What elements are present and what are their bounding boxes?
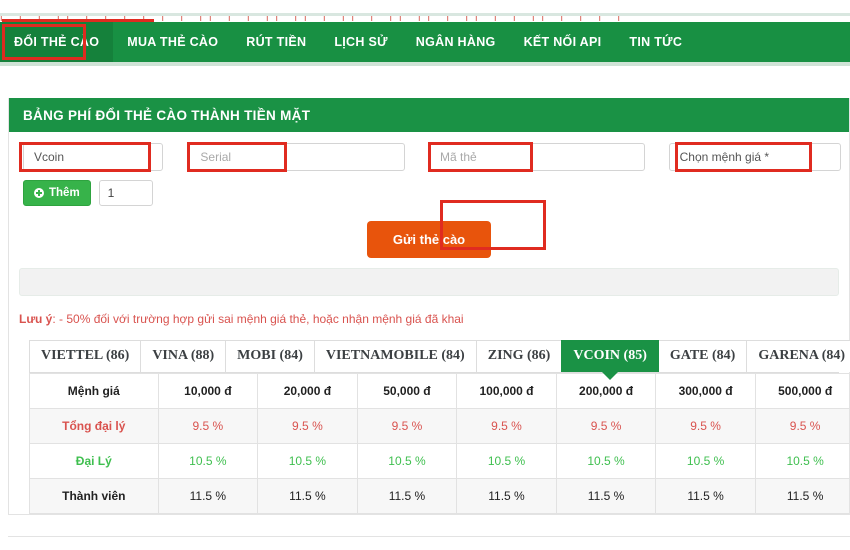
table-cell: 10.5 % — [655, 443, 756, 479]
denomination-select[interactable]: Chọn mệnh giá * — [668, 143, 842, 171]
table-row: Tổng đại lý 9.5 % 9.5 % 9.5 % 9.5 % 9.5 … — [29, 408, 849, 444]
plus-circle-icon — [34, 188, 44, 198]
nav-item-rut-tien[interactable]: RÚT TIỀN — [232, 22, 320, 62]
page-title: BẢNG PHÍ ĐỔI THẺ CÀO THÀNH TIỀN MẶT — [23, 107, 311, 123]
table-header-cell: 100,000 đ — [456, 373, 557, 409]
row-label: Đại Lý — [29, 443, 159, 479]
panel-bottom-border — [8, 536, 850, 537]
tab-viettel[interactable]: VIETTEL (86) — [29, 340, 142, 372]
nav-label: MUA THẺ CÀO — [127, 35, 219, 49]
nav-item-ket-noi-api[interactable]: KẾT NỐI API — [510, 22, 616, 62]
warning-note-text: : - 50% đối với trường hợp gửi sai mệnh … — [52, 312, 464, 326]
tab-zing[interactable]: ZING (86) — [475, 340, 563, 372]
nav-item-ngan-hang[interactable]: NGÂN HÀNG — [402, 22, 510, 62]
table-row: Thành viên 11.5 % 11.5 % 11.5 % 11.5 % 1… — [29, 478, 849, 514]
tab-vcoin[interactable]: VCOIN (85) — [561, 340, 659, 372]
submit-row: Gửi thẻ cào — [9, 210, 849, 268]
warning-note: Lưu ý: - 50% đối với trường hợp gửi sai … — [9, 296, 849, 340]
table-cell: 9.5 % — [655, 408, 756, 444]
table-cell: 11.5 % — [157, 478, 259, 514]
page-root: ı ı ı ıı ı ı ı ı ı ı ıı ı ı ıı ıı ı ıı ı… — [0, 0, 850, 550]
provider-select[interactable]: Vcoin — [23, 143, 164, 171]
table-header-row: Mệnh giá 10,000 đ 20,000 đ 50,000 đ 100,… — [29, 373, 849, 409]
tab-label: ZING (86) — [487, 348, 551, 363]
tab-label: GARENA (84) — [758, 348, 846, 363]
table-cell: 9.5 % — [754, 408, 849, 444]
table-header-cell: 300,000 đ — [655, 373, 756, 409]
table-cell: 11.5 % — [356, 478, 458, 514]
table-cell: 9.5 % — [356, 408, 458, 444]
tab-label: VCOIN (85) — [573, 348, 647, 363]
table-cell: 10.5 % — [356, 443, 458, 479]
table-cell: 9.5 % — [555, 408, 657, 444]
card-code-placeholder: Mã thẻ — [440, 150, 477, 164]
clipped-top-strip: ı ı ı ıı ı ı ı ı ı ı ıı ı ı ıı ıı ı ıı ı… — [0, 0, 850, 22]
nav-item-lich-su[interactable]: LỊCH SỬ — [320, 22, 401, 62]
tab-vina[interactable]: VINA (88) — [140, 340, 227, 372]
tab-label: VIETTEL (86) — [41, 348, 130, 363]
provider-tabs: VIETTEL (86) VINA (88) MOBI (84) VIETNAM… — [9, 340, 850, 372]
table-cell: 10.5 % — [157, 443, 259, 479]
table-cell: 9.5 % — [456, 408, 557, 444]
add-card-row: Thêm — [9, 174, 849, 210]
nav-label: ĐỔI THẺ CÀO — [14, 35, 100, 49]
table-cell: 9.5 % — [157, 408, 259, 444]
tab-label: MOBI (84) — [237, 348, 303, 363]
tab-label: VINA (88) — [152, 348, 215, 363]
table-cell: 11.5 % — [456, 478, 557, 514]
quantity-input[interactable] — [98, 180, 153, 206]
fee-table: Mệnh giá 10,000 đ 20,000 đ 50,000 đ 100,… — [29, 373, 849, 514]
nav-label: RÚT TIỀN — [246, 35, 307, 49]
table-cell: 10.5 % — [456, 443, 557, 479]
row-label: Thành viên — [29, 478, 159, 514]
nav-label: TIN TỨC — [629, 35, 683, 49]
nav-label: KẾT NỐI API — [523, 35, 602, 49]
table-header-cell: 20,000 đ — [257, 373, 358, 409]
table-cell: 10.5 % — [754, 443, 849, 479]
nav-label: NGÂN HÀNG — [415, 35, 496, 49]
tab-label: VIETNAMOBILE (84) — [325, 348, 465, 363]
submit-card-button[interactable]: Gửi thẻ cào — [366, 220, 492, 258]
row-label: Tổng đại lý — [29, 408, 159, 444]
table-cell: 11.5 % — [555, 478, 657, 514]
result-output-area — [19, 268, 839, 296]
table-header-cell: 50,000 đ — [356, 373, 458, 409]
tab-gate[interactable]: GATE (84) — [657, 340, 748, 372]
main-navigation: ĐỔI THẺ CÀO MUA THẺ CÀO RÚT TIỀN LỊCH SỬ… — [0, 22, 850, 62]
add-button-label: Thêm — [49, 187, 80, 199]
denomination-select-value: Chọn mệnh giá * — [679, 150, 770, 164]
table-cell: 9.5 % — [257, 408, 358, 444]
card-entry-form-row: Vcoin Serial Mã thẻ Chọn mệnh giá * — [9, 132, 849, 174]
nav-item-tin-tuc[interactable]: TIN TỨC — [615, 22, 696, 62]
add-button[interactable]: Thêm — [23, 180, 91, 206]
fee-panel: BẢNG PHÍ ĐỔI THẺ CÀO THÀNH TIỀN MẶT Vcoi… — [8, 98, 850, 515]
table-header-cell: 500,000 đ — [754, 373, 849, 409]
provider-select-value: Vcoin — [34, 150, 65, 164]
table-header-cell: 10,000 đ — [157, 373, 259, 409]
nav-item-doi-the-cao[interactable]: ĐỔI THẺ CÀO — [0, 22, 114, 62]
nav-item-mua-the-cao[interactable]: MUA THẺ CÀO — [113, 22, 232, 62]
fee-table-container: Mệnh giá 10,000 đ 20,000 đ 50,000 đ 100,… — [29, 373, 849, 514]
tab-garena[interactable]: GARENA (84) — [746, 340, 850, 372]
tab-vietnamobile[interactable]: VIETNAMOBILE (84) — [313, 340, 477, 372]
panel-title-bar: BẢNG PHÍ ĐỔI THẺ CÀO THÀNH TIỀN MẶT — [9, 98, 849, 132]
table-cell: 10.5 % — [257, 443, 358, 479]
table-cell: 11.5 % — [257, 478, 358, 514]
table-cell: 11.5 % — [754, 478, 849, 514]
nav-label: LỊCH SỬ — [334, 35, 388, 49]
table-row: Đại Lý 10.5 % 10.5 % 10.5 % 10.5 % 10.5 … — [29, 443, 849, 479]
table-cell: 11.5 % — [655, 478, 756, 514]
table-header-cell: Mệnh giá — [29, 373, 159, 409]
card-code-input[interactable]: Mã thẻ — [429, 143, 645, 171]
serial-input-placeholder: Serial — [200, 150, 232, 164]
table-cell: 10.5 % — [555, 443, 657, 479]
tab-mobi[interactable]: MOBI (84) — [225, 340, 315, 372]
warning-note-prefix: Lưu ý — [19, 312, 53, 326]
tab-label: GATE (84) — [669, 348, 736, 363]
serial-input[interactable]: Serial — [189, 143, 406, 171]
nav-bottom-edge — [0, 62, 850, 66]
